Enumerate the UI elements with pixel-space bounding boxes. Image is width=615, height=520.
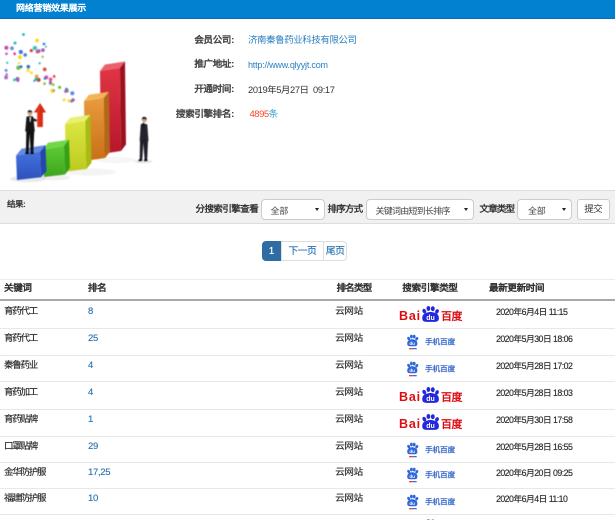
- svg-text:手机百度: 手机百度: [425, 470, 455, 481]
- svg-text:Bai: Bai: [399, 389, 421, 403]
- svg-text:百度: 百度: [441, 308, 462, 323]
- svg-text:du: du: [426, 396, 435, 403]
- svg-text:du: du: [426, 315, 435, 322]
- svg-text:du: du: [409, 341, 415, 346]
- svg-text:du: du: [409, 449, 415, 454]
- svg-text:du: du: [409, 474, 415, 479]
- svg-text:du: du: [426, 423, 435, 430]
- svg-text:手机百度: 手机百度: [425, 336, 455, 347]
- svg-text:手机百度: 手机百度: [425, 363, 455, 374]
- svg-text:du: du: [409, 501, 415, 506]
- svg-text:百度: 百度: [441, 416, 462, 431]
- svg-text:手机百度: 手机百度: [425, 496, 455, 507]
- svg-text:百度: 百度: [441, 388, 462, 403]
- svg-text:Bai: Bai: [399, 417, 421, 431]
- svg-text:Bai: Bai: [399, 309, 421, 323]
- svg-text:du: du: [409, 368, 415, 373]
- svg-text:手机百度: 手机百度: [425, 444, 455, 455]
